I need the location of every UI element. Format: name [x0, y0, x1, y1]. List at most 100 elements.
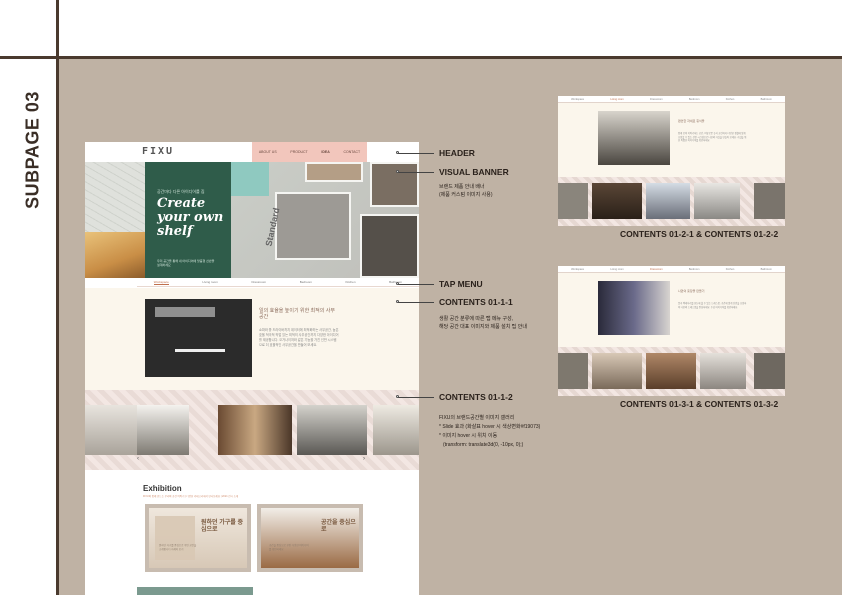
- right-mockup-title: 나만의 옷장을 만들기: [678, 289, 705, 293]
- gallery-image[interactable]: [558, 183, 588, 219]
- annotation-line: [398, 302, 434, 303]
- label-visual-banner: VISUAL BANNER: [439, 167, 509, 177]
- note-visual-banner-2: (제품 커스텀 이미지 사용): [439, 192, 493, 198]
- right-mockup-title: 편안한 자세로 휴식을: [678, 119, 705, 123]
- tab-bedroom[interactable]: Bedroom: [689, 98, 700, 101]
- right-gallery-strip: [558, 177, 785, 226]
- slide-next-icon[interactable]: ›: [363, 456, 365, 462]
- right-mockup-body: 나만의 옷장을 만들기 옷과 액세서리를 한눈에 볼 수 있는 드레스룸, 공간…: [558, 273, 785, 347]
- main-mockup: FIXU ABOUT US PRODUCT IDEA CONTACT Stand…: [85, 142, 419, 595]
- banner-mint-block: [231, 162, 269, 196]
- tab-workspace[interactable]: Workspace: [153, 280, 169, 285]
- dressroom-photo: [598, 281, 670, 335]
- note-contents-112-3: * 이미지 hover 시 위치 이동: [439, 433, 498, 439]
- banner-wood-swatch: [85, 232, 147, 278]
- right-mockup-nav: Workspace Living room Dressroom Bedroom …: [558, 266, 785, 273]
- tab-workspace[interactable]: Workspace: [571, 268, 584, 271]
- banner-headline: Create your own shelf: [157, 196, 224, 239]
- nav-about[interactable]: ABOUT US: [259, 150, 277, 154]
- gallery-image[interactable]: [646, 353, 696, 389]
- tab-kitchen[interactable]: Kitchen: [726, 268, 735, 271]
- gallery-image[interactable]: [85, 405, 137, 455]
- annotation-line: [398, 153, 434, 154]
- tab-kitchen[interactable]: Kitchen: [726, 98, 735, 101]
- card-desc: 원하던 가구를 중심으로 꾸민 공간을 소개합니다 자세히 보기: [159, 544, 197, 551]
- gallery-image[interactable]: [137, 405, 189, 455]
- gallery-image[interactable]: [700, 353, 746, 389]
- subpage-title-wrap: SUBPAGE 03: [18, 90, 48, 210]
- tab-living-room[interactable]: Living room: [202, 280, 218, 284]
- right-mockup-body: 편안한 자세로 휴식을 함께 모여 이야기하는 공간, 여유로운 휴식 공간까지…: [558, 103, 785, 177]
- annotation-dot: [396, 395, 399, 398]
- canvas: SUBPAGE 03 FIXU ABOUT US PRODUCT IDEA CO…: [0, 0, 842, 595]
- tab-living-room[interactable]: Living room: [610, 268, 623, 271]
- annotation-dot: [396, 151, 399, 154]
- tab-bedroom[interactable]: Bedroom: [689, 268, 700, 271]
- gallery-image[interactable]: [218, 405, 292, 455]
- nav-contact[interactable]: CONTACT: [343, 150, 360, 154]
- tab-living-room[interactable]: Living room: [610, 98, 623, 101]
- note-contents-112-1: FIXU의 브랜드공간별 이미지 갤러리: [439, 415, 515, 421]
- exhibition-subtitle: FIXU와 함께 만드는 우리의 공간 이야기 | 다양한 카테고리에서 만나보…: [143, 495, 239, 498]
- workspace-photo: [145, 299, 252, 377]
- stone-sample: [360, 214, 419, 278]
- note-contents-111-2: 해당 공간 대표 이미지와 제품 설치 팁 안내: [439, 324, 527, 330]
- gallery-image[interactable]: [754, 183, 785, 219]
- right-gallery-strip: [558, 347, 785, 396]
- right-mockup-nav: Workspace Living room Dressroom Bedroom …: [558, 96, 785, 103]
- tab-bedroom[interactable]: Bedroom: [300, 280, 312, 284]
- gallery-image[interactable]: [592, 183, 642, 219]
- card-bg: [261, 508, 359, 568]
- photo-desk: [175, 349, 225, 352]
- annotation-line: [398, 397, 434, 398]
- tab-bathroom[interactable]: Bathroom: [761, 98, 772, 101]
- gallery-image[interactable]: [373, 405, 419, 455]
- contents-111-title: 일의 효율을 높이기 위한 최적의 사무공간: [259, 308, 335, 320]
- nav-product[interactable]: PRODUCT: [290, 150, 307, 154]
- stone-sample: [305, 162, 363, 182]
- annotation-dot: [396, 300, 399, 303]
- tab-dressroom[interactable]: Dressroom: [650, 268, 663, 271]
- right-mockup-1: Workspace Living room Dressroom Bedroom …: [558, 96, 785, 226]
- mockup-nav: ABOUT US PRODUCT IDEA CONTACT: [252, 142, 367, 162]
- tab-dressroom[interactable]: Dressroom: [251, 280, 266, 284]
- gallery-image[interactable]: [754, 353, 785, 389]
- gallery-image[interactable]: [592, 353, 642, 389]
- living-room-photo: [598, 111, 670, 165]
- slide-prev-icon[interactable]: ‹: [137, 456, 139, 462]
- exhibition-card[interactable]: 원하던 가구를 중심으로 원하던 가구를 중심으로 꾸민 공간을 소개합니다 자…: [145, 504, 251, 572]
- gallery-image[interactable]: [297, 405, 367, 455]
- tab-workspace[interactable]: Workspace: [571, 98, 584, 101]
- gallery-image[interactable]: [646, 183, 690, 219]
- right-mockup-desc: 함께 모여 이야기하는 공간, 여유로운 휴식 공간까지 다양한 생활에 맞게 …: [678, 133, 747, 142]
- label-contents-111: CONTENTS 01-1-1: [439, 297, 513, 307]
- mockup-logo[interactable]: FIXU: [142, 146, 174, 157]
- card-title: 원하던 가구를 중심으로: [201, 520, 243, 533]
- contents-111-text: 쇼파와 좋 드라이버까지 데이터에 최적화하는 사무공간, 높은 효율 적극적 …: [259, 328, 339, 347]
- exhibition-title: Exhibition: [143, 484, 182, 493]
- note-contents-111-1: 생활 공간 분류에 따른 탭 메뉴 구성,: [439, 316, 514, 322]
- tab-menu: Workspace Living room Dressroom Bedroom …: [137, 278, 419, 287]
- label-contents-right-1: CONTENTS 01-2-1 & CONTENTS 01-2-2: [620, 229, 779, 239]
- tab-dressroom[interactable]: Dressroom: [650, 98, 663, 101]
- gallery-image[interactable]: [694, 183, 740, 219]
- card-shelf: [155, 516, 195, 560]
- right-mockup-desc: 옷과 액세서리를 한눈에 볼 수 있는 드레스룸, 공간에 맞게 선반을 조립하…: [678, 303, 747, 309]
- label-contents-112: CONTENTS 01-1-2: [439, 392, 513, 402]
- tab-kitchen[interactable]: Kitchen: [346, 280, 356, 284]
- gallery-strip: ‹ ›: [85, 390, 419, 470]
- photo-shelf: [155, 307, 215, 317]
- gallery-image[interactable]: [558, 353, 588, 389]
- note-visual-banner-1: 브랜드 제품 안내 배너: [439, 184, 485, 190]
- exhibition-card[interactable]: 공간을 중심으로 공간을 중심으로 꾸민 다양한 아이디어를 확인하세요: [257, 504, 363, 572]
- card-title: 공간을 중심으로: [321, 520, 356, 533]
- nav-idea[interactable]: IDEA: [321, 150, 329, 154]
- footer-teal-block: [137, 587, 253, 595]
- tab-bathroom[interactable]: Bathroom: [761, 268, 772, 271]
- card-desc: 공간을 중심으로 꾸민 다양한 아이디어를 확인하세요: [269, 544, 309, 551]
- banner-small-text: 공간마다 다른 아이디어를 집: [157, 189, 205, 194]
- right-mockup-2: Workspace Living room Dressroom Bedroom …: [558, 266, 785, 396]
- label-contents-right-2: CONTENTS 01-3-1 & CONTENTS 01-3-2: [620, 399, 779, 409]
- mockup-header: FIXU ABOUT US PRODUCT IDEA CONTACT: [85, 142, 419, 162]
- note-contents-112-2: * Slide 효과 (화살표 hover 시 색상변화#f19073): [439, 424, 541, 430]
